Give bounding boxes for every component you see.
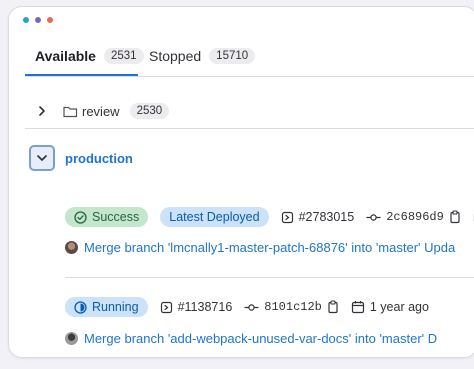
deploy-time: 1 year ago [351, 300, 429, 314]
folder-icon [63, 105, 78, 118]
window-dot-teal [23, 17, 29, 23]
latest-deployed-badge: Latest Deployed [160, 207, 269, 227]
deployment-meta-row: Running #1138716 8101c12b 1 year ago [65, 297, 429, 317]
check-circle-icon [74, 210, 87, 224]
commit-sha-link[interactable]: 2c6896d9 [366, 210, 461, 224]
commit-sha: 8101c12b [264, 300, 322, 314]
environment-name-link[interactable]: production [65, 151, 133, 166]
copy-icon[interactable] [327, 300, 339, 314]
deployment-meta-row: Success Latest Deployed #2783015 2c6896d… [65, 207, 474, 227]
pipeline-link[interactable]: #2783015 [281, 210, 355, 224]
pipeline-link[interactable]: #1138716 [160, 300, 233, 314]
pipeline-id: #1138716 [177, 300, 233, 314]
avatar[interactable] [65, 332, 78, 345]
tab-available[interactable]: Available 2531 [35, 41, 144, 71]
status-badge-running[interactable]: Running [65, 297, 148, 317]
status-label: Running [92, 300, 139, 314]
running-icon [74, 300, 87, 314]
collapse-toggle-button[interactable] [29, 145, 55, 171]
tab-available-count: 2531 [103, 48, 144, 64]
calendar-icon [351, 300, 365, 314]
chevron-right-icon[interactable] [37, 105, 47, 117]
window-dot-purple [35, 17, 41, 23]
avatar[interactable] [65, 241, 78, 254]
pipeline-icon [281, 211, 294, 224]
commit-icon [366, 213, 381, 222]
app-window: Available 2531 Stopped 15710 review 2530… [8, 6, 474, 358]
commit-sha: 2c6896d9 [386, 210, 444, 224]
folder-name: review [82, 103, 120, 119]
divider [65, 277, 474, 278]
tab-stopped[interactable]: Stopped 15710 [149, 41, 256, 71]
pipeline-icon [160, 301, 173, 314]
environment-tabs: Available 2531 Stopped 15710 [25, 37, 474, 77]
divider [25, 128, 474, 129]
copy-icon[interactable] [449, 210, 461, 224]
status-label: Success [92, 210, 140, 224]
environment-header: production [29, 145, 133, 171]
window-dot-orange [47, 17, 53, 23]
commit-message-row: Merge branch 'lmcnally1-master-patch-688… [65, 240, 455, 255]
commit-sha-link[interactable]: 8101c12b [244, 300, 339, 314]
tab-available-label: Available [35, 48, 96, 64]
status-badge-success[interactable]: Success [65, 207, 149, 227]
window-controls [23, 17, 53, 23]
commit-message-row: Merge branch 'add-webpack-unused-var-doc… [65, 331, 437, 346]
deploy-time-text: 1 year ago [369, 300, 429, 314]
commit-icon [244, 303, 259, 312]
tab-stopped-count: 15710 [209, 48, 256, 64]
tab-stopped-label: Stopped [149, 48, 202, 64]
folder-count: 2530 [129, 103, 170, 119]
commit-message-link[interactable]: Merge branch 'lmcnally1-master-patch-688… [84, 240, 455, 255]
active-tab-indicator [25, 74, 138, 76]
pipeline-id: #2783015 [298, 210, 355, 224]
commit-message-link[interactable]: Merge branch 'add-webpack-unused-var-doc… [84, 331, 437, 346]
chevron-down-icon [36, 153, 48, 163]
folder-row-review[interactable]: review 2530 [25, 93, 474, 129]
